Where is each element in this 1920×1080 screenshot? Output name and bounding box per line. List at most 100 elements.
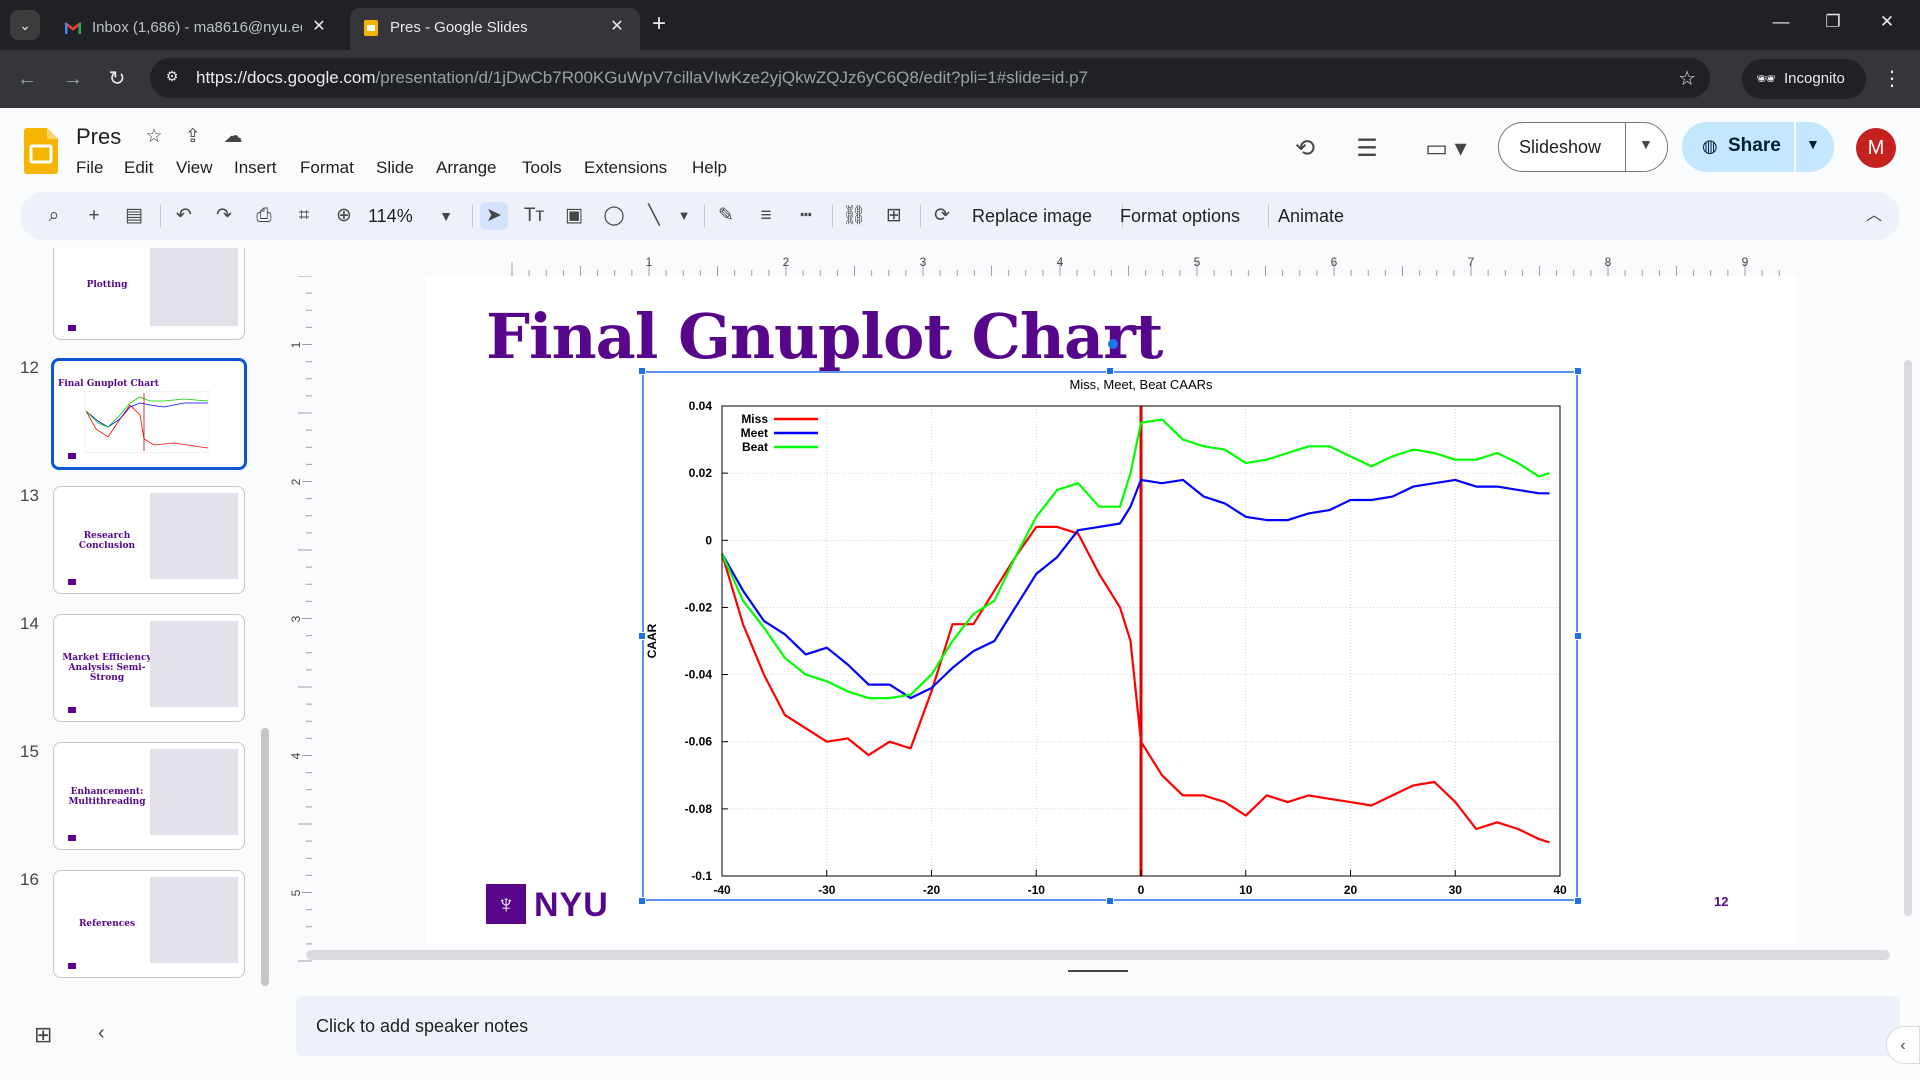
slideshow-button[interactable]: Slideshow ▼ [1498, 122, 1668, 172]
url-text[interactable]: https://docs.google.com/presentation/d/1… [196, 68, 1088, 88]
insert-image-icon[interactable]: ▣ [560, 202, 588, 230]
replace-image-icon[interactable]: ⟳ [928, 202, 956, 230]
tab-search-button[interactable]: ⌄ [10, 10, 40, 40]
slide-thumbnail[interactable]: Market Efficiency Analysis: Semi-Strong [53, 614, 245, 722]
bookmark-star-icon[interactable]: ☆ [1678, 66, 1696, 91]
search-menus-icon[interactable]: ⌕ [40, 202, 68, 230]
tab-gmail[interactable]: Inbox (1,686) - ma8616@nyu.ed ✕ [52, 8, 340, 50]
show-side-panel-icon[interactable]: ‹ [1886, 1026, 1920, 1064]
speaker-notes[interactable]: Click to add speaker notes [296, 996, 1900, 1056]
close-tab-icon[interactable]: ✕ [308, 16, 330, 38]
menu-edit[interactable]: Edit [116, 156, 161, 180]
zoom-level[interactable]: 114% [368, 202, 413, 230]
comments-icon[interactable]: ☰ [1350, 132, 1384, 166]
version-history-icon[interactable]: ⟲ [1288, 132, 1322, 166]
menu-view[interactable]: View [168, 156, 221, 180]
minimize-icon[interactable]: — [1766, 12, 1796, 36]
add-comment-icon[interactable]: ⊞ [880, 202, 908, 230]
text-box-icon[interactable]: Tт [520, 202, 548, 230]
undo-icon[interactable]: ↶ [170, 202, 198, 230]
share-button[interactable]: ◍ Share ▼ [1682, 122, 1834, 172]
tab-google-slides[interactable]: Pres - Google Slides ✕ [350, 8, 640, 50]
ruler-label: 1 [290, 341, 303, 348]
new-slide-icon[interactable]: + [80, 202, 108, 230]
notes-resize-handle[interactable] [1068, 970, 1128, 972]
collapse-filmstrip-icon[interactable]: ‹ [98, 1022, 105, 1045]
vertical-scrollbar[interactable] [1904, 360, 1912, 916]
resize-handle[interactable] [638, 897, 646, 905]
filmstrip-scrollbar[interactable] [261, 728, 269, 986]
line-icon[interactable]: ╲ [640, 202, 668, 230]
reload-icon[interactable]: ↻ [104, 66, 130, 92]
zoom-chevron-down-icon[interactable]: ▼ [432, 202, 460, 230]
resize-handle[interactable] [1106, 367, 1114, 375]
resize-handle[interactable] [638, 367, 646, 375]
select-cursor-icon[interactable]: ➤ [480, 202, 508, 230]
meet-camera-icon[interactable]: ▭ ▾ [1416, 132, 1476, 166]
line-chevron-down-icon[interactable]: ▼ [670, 202, 698, 230]
restore-icon[interactable]: ❐ [1818, 12, 1848, 36]
slide-layout-icon[interactable]: ▤ [120, 202, 148, 230]
menu-arrange[interactable]: Arrange [428, 156, 504, 180]
resize-handle[interactable] [638, 632, 646, 640]
chevron-down-icon[interactable]: ▼ [1806, 136, 1820, 152]
grid-view-icon[interactable]: ⊞ [34, 1022, 52, 1048]
menu-help[interactable]: Help [684, 156, 735, 180]
toolbar-divider [1268, 204, 1269, 228]
slide-thumbnail-selected[interactable]: Final Gnuplot Chart [51, 358, 247, 470]
menu-file[interactable]: File [68, 156, 111, 180]
resize-handle[interactable] [1106, 897, 1114, 905]
slide-title[interactable]: Final Gnuplot Chart [486, 300, 1163, 373]
app-header: Pres ☆ ⇪ ☁ File Edit View Insert Format … [0, 108, 1920, 190]
resize-handle[interactable] [1574, 897, 1582, 905]
horizontal-scrollbar[interactable] [306, 950, 1890, 960]
selection-border [642, 371, 1578, 901]
slide-thumbnail[interactable]: Enhancement: Multithreading [53, 742, 245, 850]
thumbnail-title: Enhancement: Multithreading [68, 787, 146, 807]
rotate-handle[interactable] [1108, 339, 1118, 349]
shape-icon[interactable]: ◯ [600, 202, 628, 230]
close-tab-icon[interactable]: ✕ [606, 16, 628, 38]
menu-tools[interactable]: Tools [514, 156, 570, 180]
browser-menu-icon[interactable]: ⋮ [1882, 66, 1902, 91]
resize-handle[interactable] [1574, 632, 1582, 640]
menu-extensions[interactable]: Extensions [576, 156, 675, 180]
replace-image-button[interactable]: Replace image [972, 202, 1092, 230]
star-icon[interactable]: ☆ [141, 125, 167, 151]
collapse-toolbar-icon[interactable]: ︿ [1860, 202, 1888, 230]
chevron-down-icon[interactable]: ▼ [1639, 136, 1653, 152]
menu-slide[interactable]: Slide [368, 156, 422, 180]
border-color-icon[interactable]: ✎ [712, 202, 740, 230]
menu-insert[interactable]: Insert [226, 156, 285, 180]
animate-button[interactable]: Animate [1278, 202, 1344, 230]
forward-icon[interactable]: → [60, 66, 86, 92]
paint-format-icon[interactable]: ⌗ [290, 202, 318, 230]
site-info-icon[interactable]: ⚙ [162, 68, 182, 88]
resize-handle[interactable] [1574, 367, 1582, 375]
toolbar-divider [472, 204, 473, 228]
border-dash-icon[interactable]: ┅ [792, 202, 820, 230]
redo-icon[interactable]: ↷ [210, 202, 238, 230]
account-avatar[interactable]: M [1856, 128, 1896, 168]
insert-link-icon[interactable]: ⛓ [840, 202, 868, 230]
close-window-icon[interactable]: ✕ [1872, 12, 1902, 36]
address-bar[interactable]: ⚙ https://docs.google.com/presentation/d… [150, 58, 1710, 98]
back-icon[interactable]: ← [14, 66, 40, 92]
print-icon[interactable]: ⎙ [250, 202, 278, 230]
menu-format[interactable]: Format [292, 156, 362, 180]
slide-thumbnail[interactable]: Plotting [53, 248, 245, 340]
cloud-saved-icon[interactable]: ☁ [220, 125, 246, 151]
zoom-icon[interactable]: ⊕ [330, 202, 358, 230]
new-tab-button[interactable]: + [652, 12, 666, 36]
document-title[interactable]: Pres [76, 124, 121, 150]
incognito-indicator[interactable]: 🕶 Incognito [1742, 59, 1866, 99]
move-icon[interactable]: ⇪ [180, 125, 206, 151]
vertical-ruler[interactable]: 1 2 3 4 5 [290, 276, 312, 966]
slide-canvas[interactable]: Final Gnuplot Chart Miss, Meet, Beat CAA… [426, 276, 1796, 944]
slide-thumbnail[interactable]: References [53, 870, 245, 978]
border-weight-icon[interactable]: ≡ [752, 202, 780, 230]
format-options-button[interactable]: Format options [1120, 202, 1240, 230]
slide-thumbnail[interactable]: Research Conclusion [53, 486, 245, 594]
horizontal-ruler[interactable]: 1 2 3 4 5 6 7 8 9 [426, 254, 1796, 276]
google-slides-logo[interactable] [24, 128, 58, 174]
